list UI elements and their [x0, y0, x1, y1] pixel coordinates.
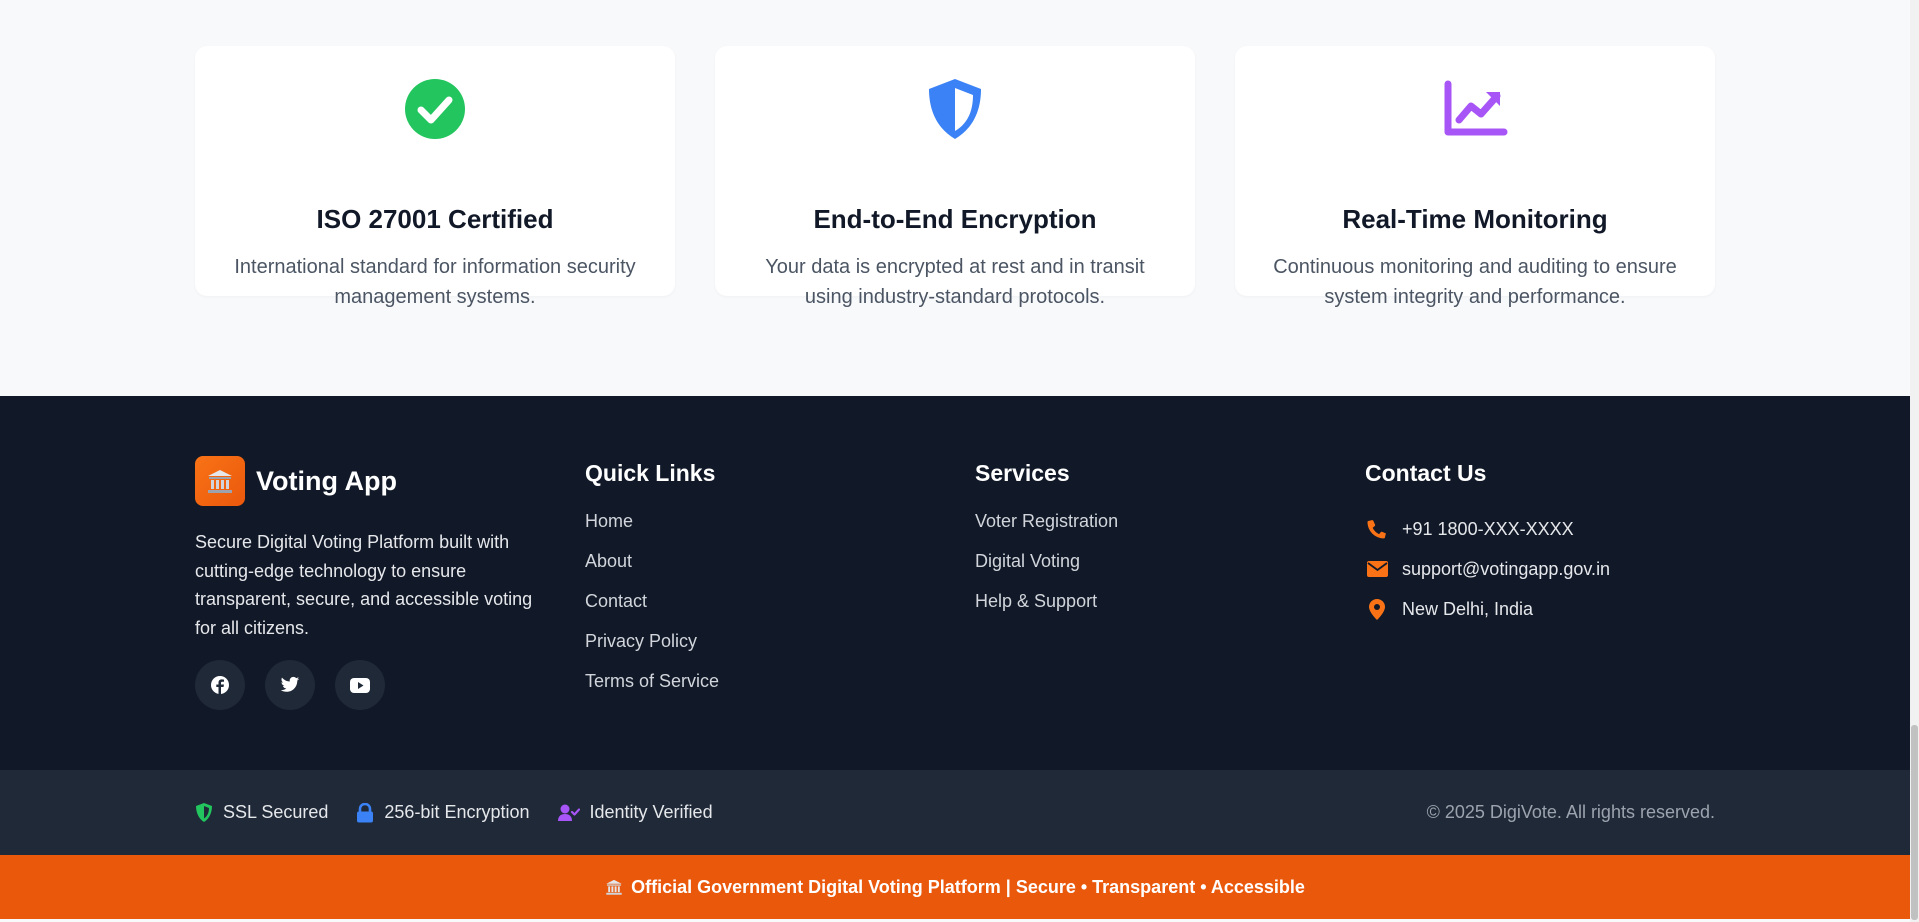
feature-title: End-to-End Encryption — [813, 204, 1097, 234]
twitter-button[interactable] — [265, 660, 315, 710]
feature-card-encryption: End-to-End Encryption Your data is encry… — [715, 46, 1195, 308]
site-footer: Voting App Secure Digital Voting Platfor… — [0, 396, 1910, 770]
footer-link-contact[interactable]: Contact — [585, 589, 719, 629]
feature-description: Your data is encrypted at rest and in tr… — [765, 256, 1145, 308]
badge-encryption: 256-bit Encryption — [356, 802, 530, 823]
brand-name: Voting App — [256, 465, 397, 496]
badge-label: 256-bit Encryption — [384, 802, 530, 822]
feature-title: Real-Time Monitoring — [1342, 204, 1608, 234]
youtube-icon — [350, 677, 370, 693]
footer-brand[interactable]: Voting App — [195, 456, 397, 506]
feature-card-monitoring: Real-Time Monitoring Continuous monitori… — [1235, 46, 1715, 308]
shield-icon — [196, 802, 212, 822]
twitter-icon — [280, 676, 300, 692]
footer-link-digital-voting[interactable]: Digital Voting — [975, 549, 1118, 589]
badge-identity: Identity Verified — [557, 802, 713, 823]
banner-text: Official Government Digital Voting Platf… — [631, 876, 1305, 897]
lock-icon — [357, 802, 374, 822]
facebook-button[interactable] — [195, 660, 245, 710]
contact-email-text: support@votingapp.gov.in — [1402, 558, 1611, 579]
youtube-button[interactable] — [335, 660, 385, 710]
features-section: ISO 27001 Certified International standa… — [0, 0, 1910, 396]
contact-location-text: New Delhi, India — [1402, 598, 1534, 619]
user-check-icon — [557, 804, 580, 821]
quick-links-column: Quick Links Home About Contact Privacy P… — [585, 460, 719, 709]
phone-icon — [1365, 519, 1389, 539]
scrollbar-thumb[interactable] — [1911, 725, 1918, 920]
badge-label: SSL Secured — [223, 802, 329, 822]
footer-link-terms[interactable]: Terms of Service — [585, 669, 719, 709]
landmark-icon — [605, 878, 623, 896]
map-pin-icon — [1365, 598, 1389, 620]
check-circle-icon — [405, 79, 465, 139]
feature-description: Continuous monitoring and auditing to en… — [1273, 256, 1677, 308]
contact-email[interactable]: support@votingapp.gov.in — [1365, 549, 1610, 589]
footer-link-privacy[interactable]: Privacy Policy — [585, 629, 719, 669]
footer-link-voter-registration[interactable]: Voter Registration — [975, 509, 1118, 549]
landmark-icon — [195, 456, 245, 506]
trust-badges: SSL Secured 256-bit Encryption Identity … — [195, 770, 741, 855]
brand-description: Secure Digital Voting Platform built wit… — [195, 532, 533, 638]
contact-phone-text: +91 1800-XXX-XXXX — [1402, 518, 1574, 539]
copyright-text: © 2025 DigiVote. All rights reserved. — [1426, 802, 1715, 822]
envelope-icon — [1365, 561, 1389, 577]
feature-description: International standard for information s… — [234, 256, 636, 308]
chart-line-icon — [1444, 80, 1508, 136]
shield-icon — [929, 79, 981, 139]
facebook-icon — [211, 676, 229, 694]
contact-location: New Delhi, India — [1365, 589, 1610, 629]
feature-title: ISO 27001 Certified — [316, 204, 554, 234]
services-column: Services Voter Registration Digital Voti… — [975, 460, 1118, 629]
badge-ssl: SSL Secured — [195, 802, 328, 823]
footer-link-help[interactable]: Help & Support — [975, 589, 1118, 629]
badge-label: Identity Verified — [589, 802, 713, 822]
footer-link-home[interactable]: Home — [585, 509, 719, 549]
official-banner: Official Government Digital Voting Platf… — [0, 855, 1910, 919]
contact-phone[interactable]: +91 1800-XXX-XXXX — [1365, 509, 1610, 549]
column-title: Contact Us — [1365, 460, 1487, 486]
social-links — [195, 660, 385, 710]
column-title: Quick Links — [585, 460, 716, 486]
column-title: Services — [975, 460, 1070, 486]
contact-column: Contact Us +91 1800-XXX-XXXX support@vot… — [1365, 460, 1610, 629]
footer-link-about[interactable]: About — [585, 549, 719, 589]
feature-card-iso: ISO 27001 Certified International standa… — [195, 46, 675, 308]
sub-footer: SSL Secured 256-bit Encryption Identity … — [0, 770, 1910, 855]
